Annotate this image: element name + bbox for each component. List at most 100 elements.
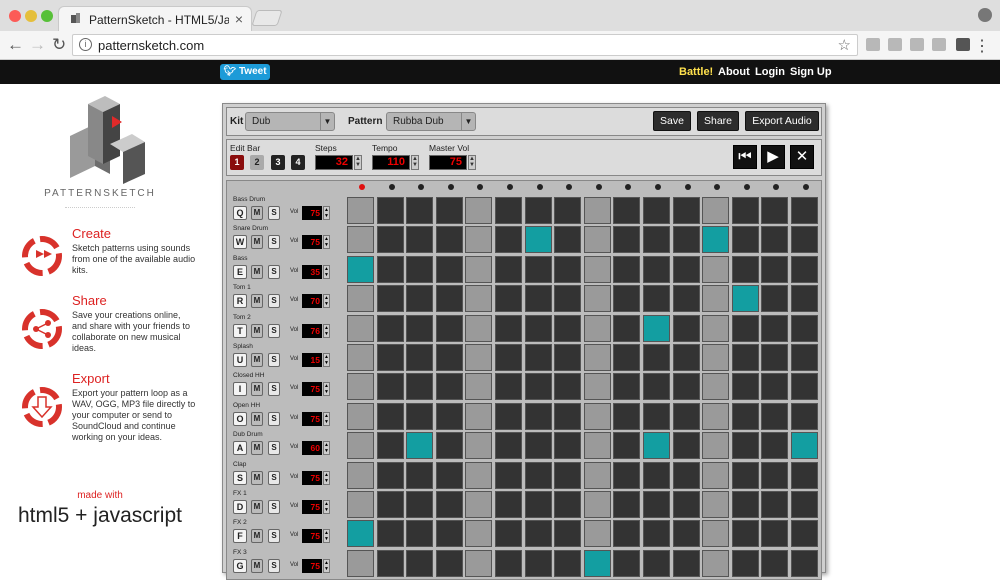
close-window-button[interactable] [9,10,21,22]
step-cell[interactable] [554,432,582,460]
step-cell[interactable] [406,226,434,254]
step-cell[interactable] [731,549,759,577]
step-cell[interactable] [672,226,700,254]
step-cell[interactable] [406,549,434,577]
step-cell[interactable] [554,344,582,371]
step-cell[interactable] [731,226,759,254]
step-cell[interactable] [761,226,789,254]
step-cell[interactable] [761,402,789,430]
step-cell[interactable] [465,344,493,371]
step-cell[interactable] [731,491,759,518]
step-cell[interactable] [406,255,434,283]
play-icon[interactable]: ▶ [761,145,785,169]
step-cell[interactable] [376,197,404,224]
track-volume-display[interactable]: 70 [302,294,322,309]
step-cell[interactable] [791,373,818,401]
step-cell[interactable] [524,285,552,313]
step-cell[interactable] [347,226,374,254]
step-cell[interactable] [465,314,493,342]
trigger-key-button[interactable]: D [233,500,247,514]
step-cell[interactable] [554,461,582,489]
tempo-display[interactable]: 110 [372,155,410,170]
step-cell[interactable] [554,285,582,313]
master-vol-display[interactable]: 75 [429,155,467,170]
step-cell[interactable] [643,373,670,401]
step-cell[interactable] [791,285,818,313]
browser-tab[interactable]: PatternSketch - HTML5/JavaScript × [58,6,252,31]
step-cell[interactable] [495,255,522,283]
step-cell[interactable] [702,491,730,518]
new-tab-button[interactable] [251,10,283,26]
step-cell[interactable] [524,344,552,371]
step-cell[interactable] [435,491,463,518]
nav-signup-link[interactable]: Sign Up [790,66,832,78]
step-cell[interactable] [406,461,434,489]
step-cell[interactable] [702,314,730,342]
step-cell[interactable] [791,491,818,518]
step-cell[interactable] [613,491,641,518]
step-cell[interactable] [495,344,522,371]
step-cell[interactable] [376,255,404,283]
step-cell[interactable] [376,432,404,460]
mute-button[interactable]: M [251,294,263,309]
step-cell[interactable] [643,520,670,548]
step-cell[interactable] [613,432,641,460]
step-cell[interactable] [554,314,582,342]
pocket-extension-icon[interactable] [956,38,970,51]
step-cell[interactable] [583,402,611,430]
step-cell[interactable] [435,549,463,577]
browser-menu-icon[interactable]: ⋮ [974,36,990,56]
track-volume-display[interactable]: 76 [302,323,322,338]
mute-button[interactable]: M [251,529,263,544]
step-cell[interactable] [406,373,434,401]
step-cell[interactable] [643,461,670,489]
step-cell[interactable] [465,549,493,577]
step-cell[interactable] [643,491,670,518]
track-volume-display[interactable]: 15 [302,353,322,367]
nav-about-link[interactable]: About [718,66,750,78]
step-cell[interactable] [613,520,641,548]
step-cell[interactable] [347,197,374,224]
step-cell[interactable] [524,549,552,577]
step-cell[interactable] [347,549,374,577]
step-cell[interactable] [583,344,611,371]
track-volume-stepper[interactable]: ▲ ▼ [323,470,330,485]
mute-button[interactable]: M [251,323,263,338]
step-cell[interactable] [583,226,611,254]
trigger-key-button[interactable]: O [233,411,247,426]
step-cell[interactable] [406,491,434,518]
step-cell[interactable] [672,402,700,430]
step-cell[interactable] [524,461,552,489]
step-cell[interactable] [435,461,463,489]
track-volume-display[interactable]: 60 [302,441,322,456]
step-cell[interactable] [731,255,759,283]
nav-login-link[interactable]: Login [755,66,785,78]
solo-button[interactable]: S [268,294,280,309]
mute-button[interactable]: M [251,558,263,573]
step-cell[interactable] [761,197,789,224]
step-cell[interactable] [791,402,818,430]
track-volume-display[interactable]: 75 [302,470,322,485]
step-cell[interactable] [583,255,611,283]
step-cell[interactable] [791,314,818,342]
step-cell[interactable] [376,549,404,577]
stop-icon[interactable]: ✕ [790,145,814,169]
track-volume-display[interactable]: 75 [302,529,322,544]
step-cell[interactable] [672,461,700,489]
step-cell[interactable] [435,197,463,224]
track-volume-stepper[interactable]: ▲ ▼ [323,235,330,250]
step-cell[interactable] [495,373,522,401]
cloud-extension-icon[interactable] [910,38,924,51]
step-cell[interactable] [465,226,493,254]
step-cell[interactable] [791,255,818,283]
step-cell[interactable] [731,344,759,371]
step-cell[interactable] [583,314,611,342]
step-cell[interactable] [465,373,493,401]
tab-close-icon[interactable]: × [235,11,243,27]
step-cell[interactable] [554,197,582,224]
step-cell[interactable] [347,373,374,401]
step-cell[interactable] [702,402,730,430]
share-button[interactable]: Share [697,111,739,131]
step-cell[interactable] [347,461,374,489]
step-cell[interactable] [613,549,641,577]
